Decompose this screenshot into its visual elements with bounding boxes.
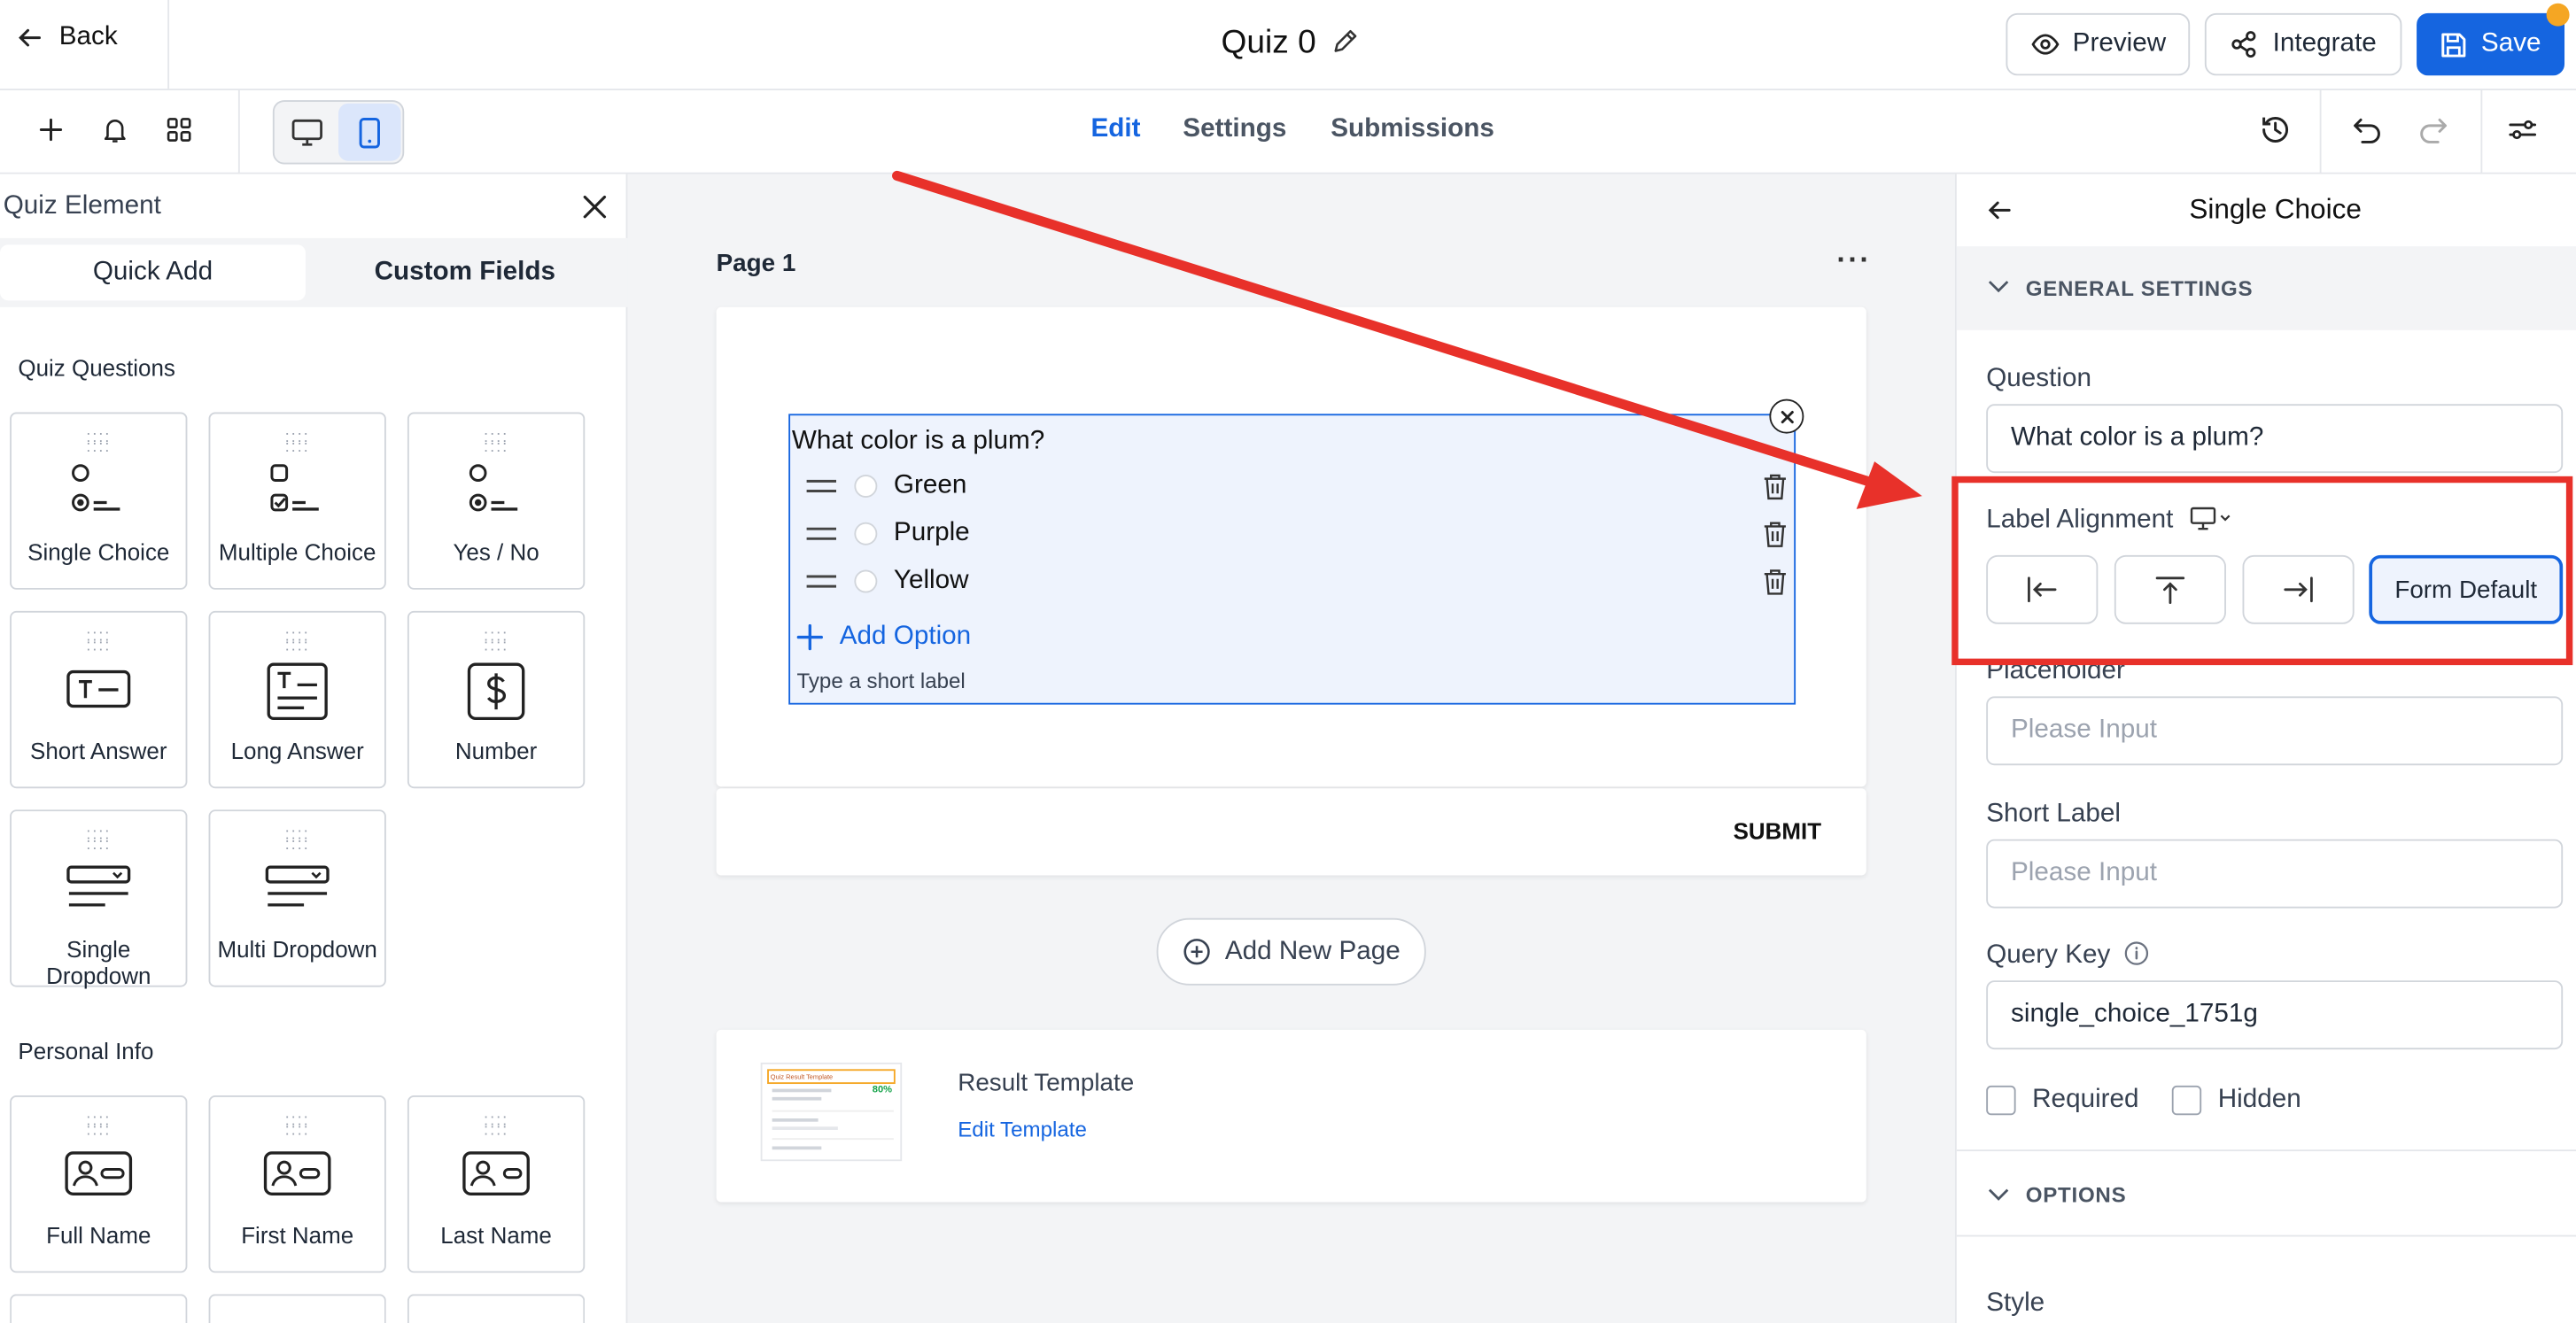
annotation-arrow-shaft [892,170,1878,488]
annotation-arrow-head [1856,461,1922,509]
annotation-highlight-box [1951,476,2573,666]
annotation-overlay [892,170,2573,666]
